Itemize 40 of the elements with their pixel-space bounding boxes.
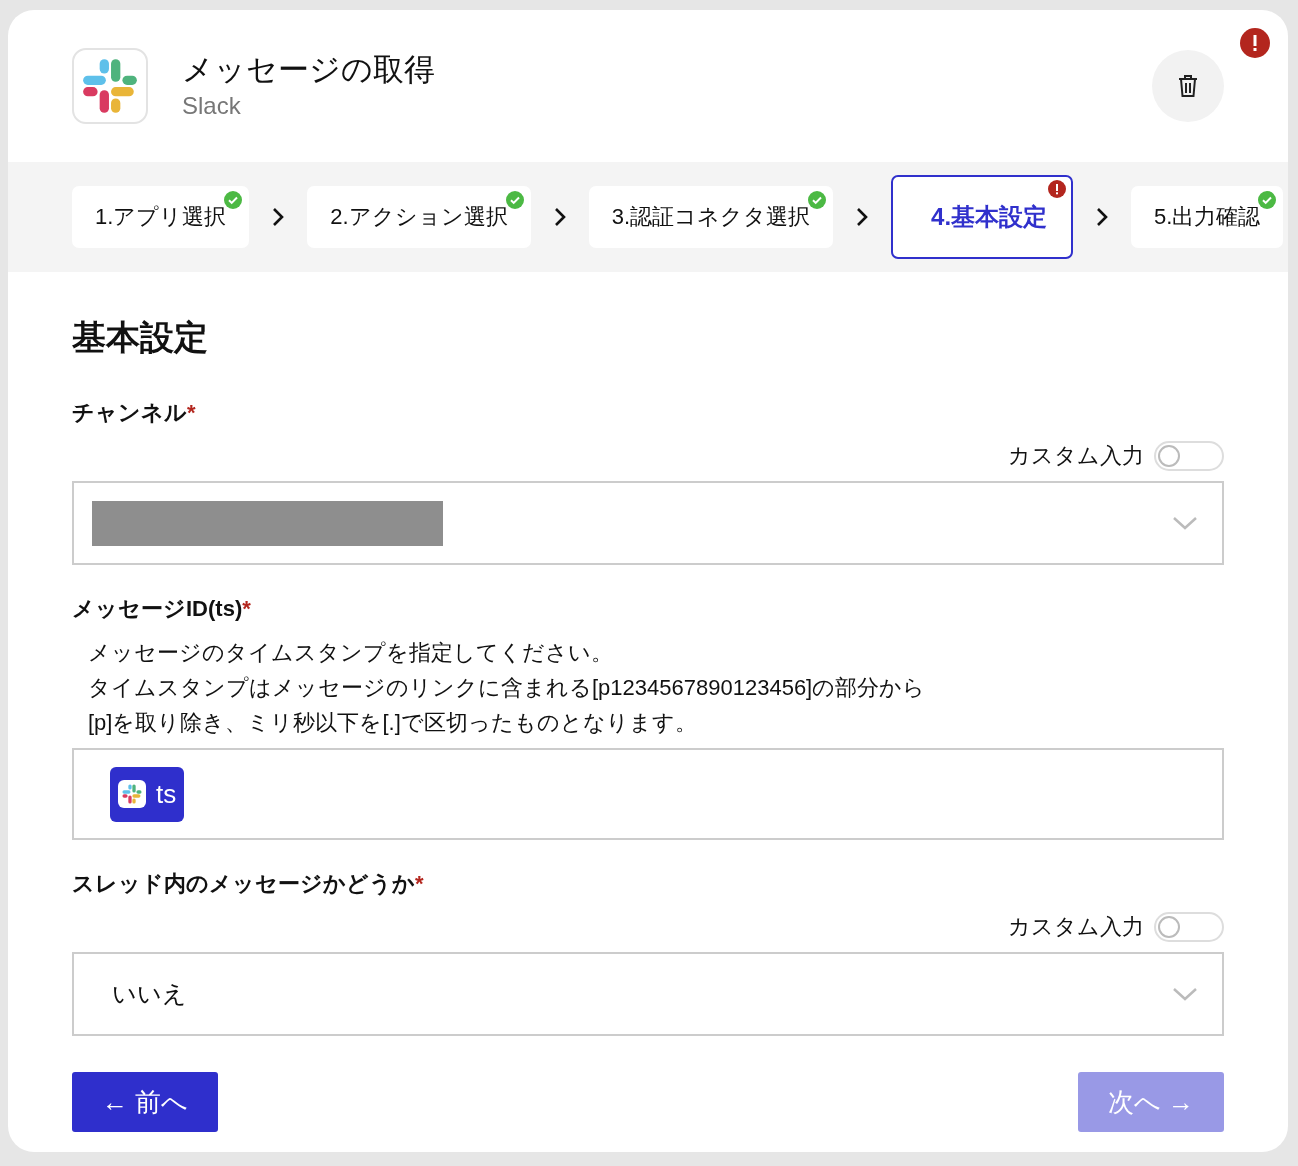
select-field[interactable] <box>72 481 1224 565</box>
variable-token[interactable]: ts <box>110 766 185 822</box>
app-name: Slack <box>182 91 242 121</box>
description-line: [p]を取り除き、ミリ秒以下を[.]で区切ったものとなります。 <box>88 709 698 737</box>
chevron-down-icon <box>1172 515 1198 531</box>
field-label: チャンネル <box>72 400 187 425</box>
check-badge-icon <box>1258 191 1277 209</box>
check-badge-icon <box>808 191 827 209</box>
step-tab[interactable]: 5.出力確認 <box>1131 186 1284 248</box>
input-field[interactable]: ts <box>72 748 1224 840</box>
field-label: スレッド内のメッセージかどうか <box>72 871 415 896</box>
step-tab[interactable]: 1.アプリ選択 <box>72 186 250 248</box>
check-badge-icon <box>224 191 243 209</box>
select-field[interactable]: いいえ <box>72 952 1224 1036</box>
custom-input-label: カスタム入力 <box>1008 913 1144 941</box>
slack-logo-icon <box>121 783 143 805</box>
error-badge-icon <box>1048 180 1067 198</box>
select-value: いいえ <box>112 979 187 1009</box>
required-mark: * <box>242 596 251 621</box>
description-line: メッセージのタイムスタンプを指定してください。 <box>88 639 614 667</box>
step-tab[interactable]: 3.認証コネクタ選択 <box>588 186 834 248</box>
custom-input-toggle[interactable] <box>1154 912 1224 942</box>
back-button[interactable]: ← 前へ <box>72 1072 218 1132</box>
chevron-right-icon <box>855 206 870 228</box>
step-tab[interactable]: 2.アクション選択 <box>307 186 531 248</box>
field-label: メッセージID(ts) <box>72 596 243 621</box>
custom-input-toggle[interactable] <box>1154 441 1224 471</box>
step-tab[interactable]: 4.基本設定 <box>891 175 1074 259</box>
chevron-right-icon <box>552 206 567 228</box>
chevron-right-icon <box>1095 206 1110 228</box>
chevron-right-icon <box>271 206 286 228</box>
custom-input-label: カスタム入力 <box>1008 442 1144 470</box>
required-mark: * <box>187 400 196 425</box>
check-badge-icon <box>505 191 524 209</box>
action-title: メッセージの取得 <box>182 51 435 89</box>
chevron-down-icon <box>1172 986 1198 1002</box>
trash-icon <box>1177 74 1199 98</box>
required-mark: * <box>415 871 424 896</box>
section-title: 基本設定 <box>72 317 209 358</box>
description-line: タイムスタンプはメッセージのリンクに含まれる[p1234567890123456]の部分から <box>88 674 927 702</box>
